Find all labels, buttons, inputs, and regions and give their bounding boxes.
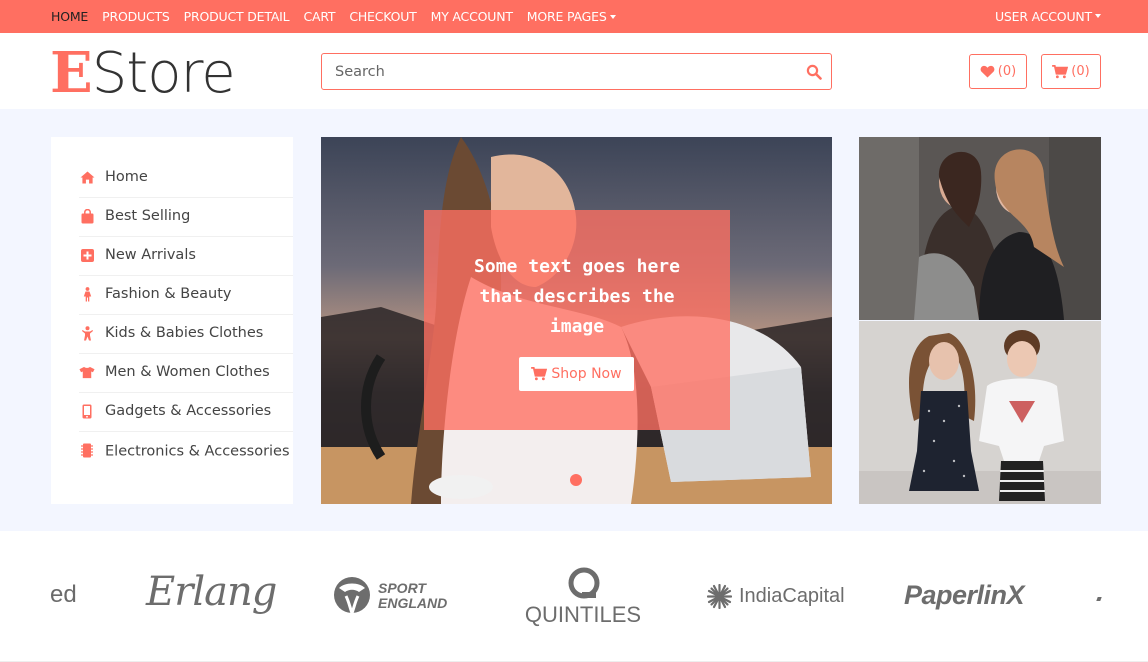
brand-carousel: ed Erlang SPORT ENGLAND QUINTILES IndiaC… <box>0 531 1148 662</box>
wishlist-button[interactable]: (0) <box>969 54 1027 89</box>
logo[interactable]: EStore <box>50 38 236 109</box>
user-account-label: USER ACCOUNT <box>994 9 1092 24</box>
heart-icon <box>980 65 995 78</box>
plus-square-icon <box>79 247 95 263</box>
sidebar-item-gadgets[interactable]: Gadgets & Accessories <box>79 393 293 432</box>
search-box <box>321 53 832 90</box>
brand-logo-quintiles[interactable]: QUINTILES <box>522 566 644 628</box>
sidebar-item-label: Men & Women Clothes <box>105 364 270 380</box>
caret-down-icon <box>609 14 616 19</box>
quintiles-emblem-icon <box>568 567 600 599</box>
sidebar-item-label: Electronics & Accessories <box>105 443 290 460</box>
sidebar-item-label: Fashion & Beauty <box>105 286 232 302</box>
sidebar-item-label: Kids & Babies Clothes <box>105 325 264 341</box>
indiacapital-emblem-icon <box>707 584 732 609</box>
sidebar-item-label: Home <box>105 169 148 185</box>
category-sidebar: Home Best Selling New Arrivals Fashion &… <box>51 137 293 504</box>
female-icon <box>79 286 95 302</box>
nav-more-pages-label: MORE PAGES <box>526 9 607 24</box>
brand-logo-erlang[interactable]: Erlang <box>146 569 277 615</box>
microchip-icon <box>79 442 95 458</box>
slider-dot[interactable] <box>570 474 582 486</box>
nav-my-account[interactable]: MY ACCOUNT <box>431 9 513 24</box>
mobile-icon <box>79 403 95 419</box>
brand-text: SPORT <box>378 580 426 596</box>
slide-caption-line: image <box>549 316 605 337</box>
sidebar-item-electronics[interactable]: Electronics & Accessories <box>79 432 293 472</box>
promo-image-kids[interactable] <box>859 321 1101 504</box>
brand-text: IndiaCapital <box>739 585 845 607</box>
nav-product-detail[interactable]: PRODUCT DETAIL <box>184 9 290 24</box>
sidebar-item-label: Best Selling <box>105 208 191 224</box>
wishlist-count: (0) <box>997 64 1017 79</box>
brand-text: ENGLAND <box>378 595 448 611</box>
shopping-cart-icon <box>531 367 548 381</box>
tshirt-icon <box>79 364 95 380</box>
sidebar-item-best-selling[interactable]: Best Selling <box>79 198 293 237</box>
home-icon <box>79 169 95 185</box>
nav-products[interactable]: PRODUCTS <box>102 9 170 24</box>
user-account-dropdown[interactable]: USER ACCOUNT <box>995 0 1101 33</box>
top-nav: HOME PRODUCTS PRODUCT DETAIL CART CHECKO… <box>51 0 630 33</box>
sidebar-item-men-women[interactable]: Men & Women Clothes <box>79 354 293 393</box>
logo-text: Store <box>91 41 236 106</box>
slide-caption: Some text goes here that describes the i… <box>424 252 730 342</box>
brand-logo-paperlinx[interactable]: PaperlinX <box>904 580 1025 611</box>
caret-down-icon <box>1095 13 1101 18</box>
sidebar-item-label: Gadgets & Accessories <box>105 403 272 419</box>
nav-home[interactable]: HOME <box>51 9 88 24</box>
cart-count: (0) <box>1071 64 1090 79</box>
shop-now-button[interactable]: Shop Now <box>519 357 634 391</box>
cart-button[interactable]: (0) <box>1041 54 1101 89</box>
sidebar-item-label: New Arrivals <box>105 247 196 263</box>
brand-text: QUINTILES <box>524 602 642 627</box>
sidebar-item-new-arrivals[interactable]: New Arrivals <box>79 237 293 276</box>
shopping-bag-icon <box>79 208 95 224</box>
sidebar-item-home[interactable]: Home <box>79 159 293 198</box>
slide-caption-line: Some text goes here <box>474 256 680 277</box>
nav-more-pages[interactable]: MORE PAGES <box>527 9 616 24</box>
search-icon[interactable] <box>806 64 822 80</box>
promo-image-women[interactable] <box>859 137 1101 320</box>
sidebar-item-fashion-beauty[interactable]: Fashion & Beauty <box>79 276 293 315</box>
shop-now-label: Shop Now <box>551 366 622 382</box>
nav-cart[interactable]: CART <box>303 9 335 24</box>
brand-logo-partial-right[interactable] <box>1096 597 1102 601</box>
search-input[interactable] <box>322 54 792 89</box>
sidebar-item-kids-babies[interactable]: Kids & Babies Clothes <box>79 315 293 354</box>
brand-logo-partial[interactable]: ed <box>50 581 77 609</box>
top-bar: HOME PRODUCTS PRODUCT DETAIL CART CHECKO… <box>0 0 1148 33</box>
child-icon <box>79 325 95 341</box>
slide-caption-line: that describes the <box>479 286 675 307</box>
shopping-cart-icon <box>1052 64 1069 78</box>
logo-letter: E <box>50 40 93 106</box>
nav-checkout[interactable]: CHECKOUT <box>349 9 416 24</box>
sport-england-emblem-icon <box>334 577 370 614</box>
